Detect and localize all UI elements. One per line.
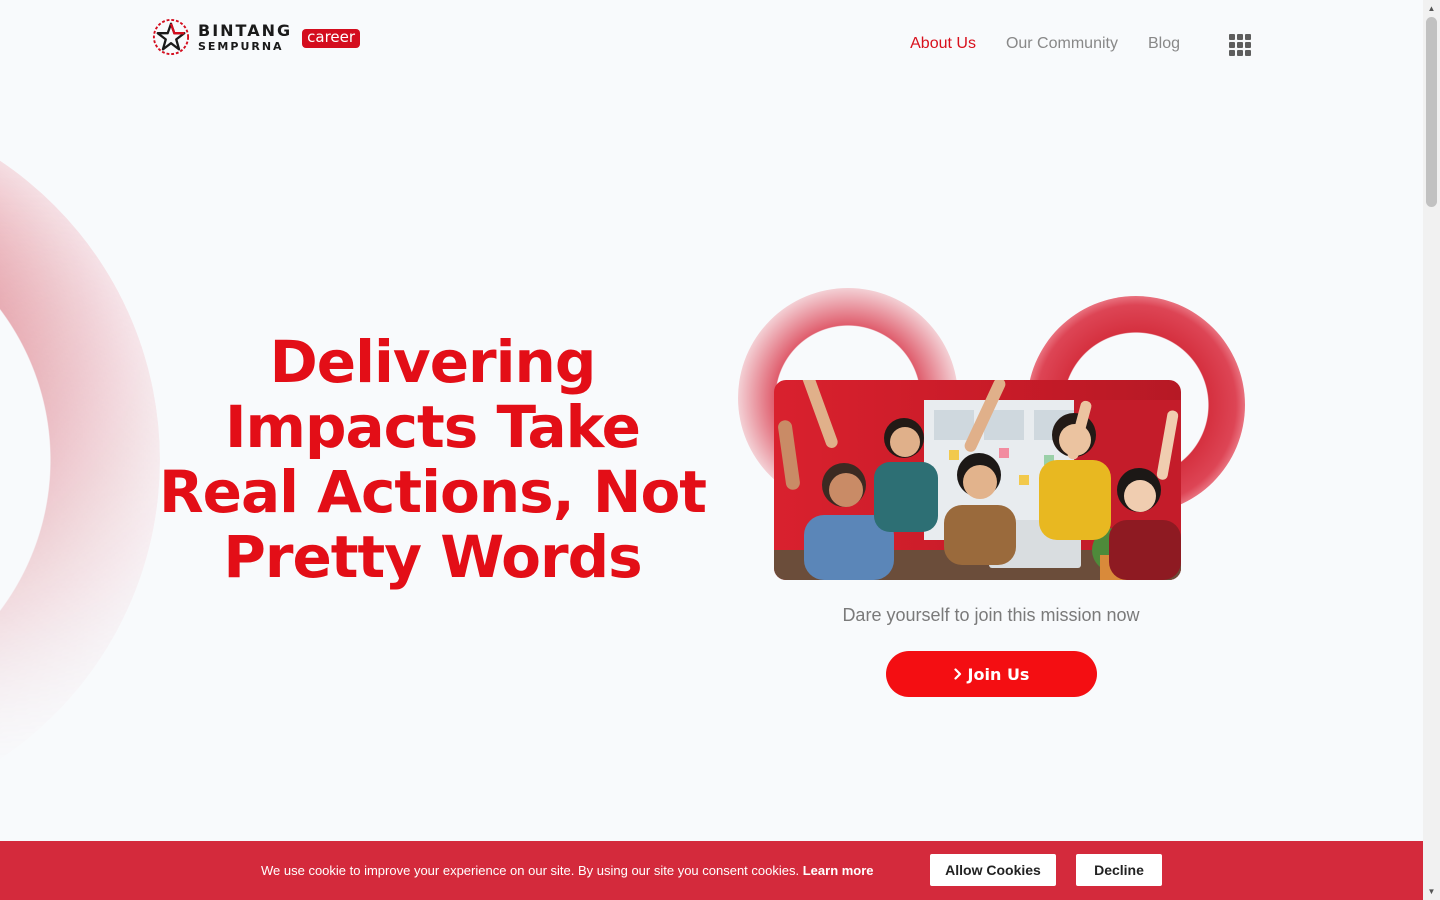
star-logo-icon xyxy=(152,18,190,56)
brand-logo[interactable]: BINTANG SEMPURNA career xyxy=(152,18,361,56)
grid-icon[interactable] xyxy=(1229,34,1251,56)
brand-line2: SEMPURNA xyxy=(198,39,284,53)
allow-cookies-button[interactable]: Allow Cookies xyxy=(930,854,1056,886)
nav-blog[interactable]: Blog xyxy=(1148,35,1180,53)
chevron-right-icon xyxy=(953,668,961,680)
brand-wordmark: BINTANG SEMPURNA xyxy=(198,20,293,53)
nav-about-us[interactable]: About Us xyxy=(910,35,976,53)
cookie-message-text: We use cookie to improve your experience… xyxy=(261,863,800,878)
hero-subtitle: Dare yourself to join this mission now xyxy=(842,605,1140,625)
brand-line1: BINTANG xyxy=(198,20,293,40)
join-us-label: Join Us xyxy=(967,664,1030,684)
scroll-up-arrow-icon[interactable]: ▲ xyxy=(1423,0,1440,17)
cookie-banner: We use cookie to improve your experience… xyxy=(0,841,1423,900)
team-celebration-photo xyxy=(774,380,1181,580)
cookie-message: We use cookie to improve your experience… xyxy=(261,863,874,878)
page: BINTANG SEMPURNA career About Us Our Com… xyxy=(0,0,1423,900)
hero-title: Delivering Impacts Take Real Actions, No… xyxy=(158,328,707,591)
scroll-down-arrow-icon[interactable]: ▼ xyxy=(1423,883,1440,900)
brand-badge: career xyxy=(302,28,361,48)
nav-our-community[interactable]: Our Community xyxy=(1006,35,1118,53)
vertical-scrollbar[interactable]: ▲ ▼ xyxy=(1423,0,1440,900)
decorative-arc xyxy=(0,100,160,820)
scrollbar-thumb[interactable] xyxy=(1426,17,1437,207)
decline-cookies-button[interactable]: Decline xyxy=(1076,854,1162,886)
cookie-learn-more-link[interactable]: Learn more xyxy=(803,863,874,878)
join-us-button[interactable]: Join Us xyxy=(886,651,1097,697)
main-nav: About Us Our Community Blog xyxy=(910,35,1180,53)
